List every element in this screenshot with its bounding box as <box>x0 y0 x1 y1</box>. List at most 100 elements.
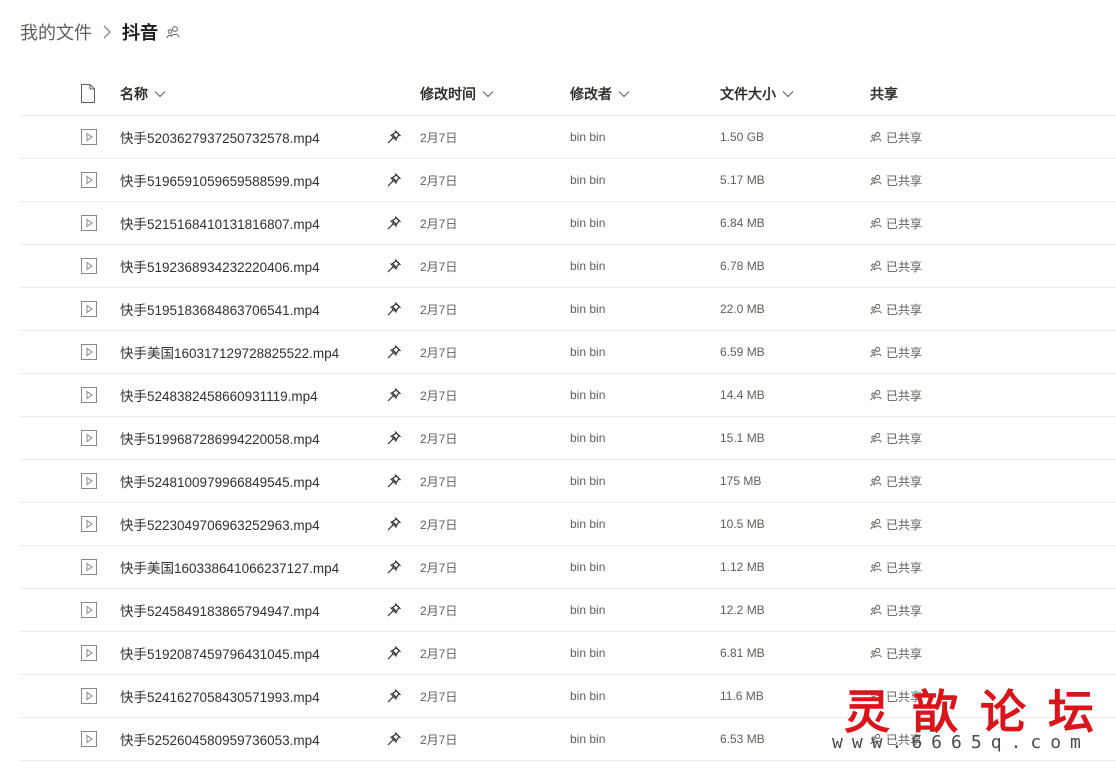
file-name[interactable]: 快手5241627058430571993.mp4 <box>120 675 320 717</box>
sharing-status[interactable]: 已共享 <box>870 460 922 502</box>
file-name[interactable]: 快手5223049706963252963.mp4 <box>120 503 320 545</box>
people-icon <box>870 389 882 401</box>
pin-icon[interactable] <box>386 331 402 373</box>
file-row[interactable]: 快手美国160338641066237127.mp4 2月7日 bin bin … <box>20 546 1116 589</box>
file-name[interactable]: 快手5199687286994220058.mp4 <box>120 417 320 459</box>
file-row[interactable]: 快手5203627937250732578.mp4 2月7日 bin bin 1… <box>20 116 1116 159</box>
sharing-status[interactable]: 已共享 <box>870 116 922 158</box>
sharing-status-label: 已共享 <box>886 517 923 532</box>
file-row[interactable]: 快手5245849183865794947.mp4 2月7日 bin bin 1… <box>20 589 1116 632</box>
pin-icon[interactable] <box>386 718 402 760</box>
video-file-icon <box>81 417 97 459</box>
sharing-status[interactable]: 已共享 <box>870 675 922 717</box>
pin-icon[interactable] <box>386 503 402 545</box>
sharing-status-label: 已共享 <box>886 302 923 317</box>
column-header-sharing[interactable]: 共享 <box>870 73 898 115</box>
people-icon <box>870 690 882 702</box>
sharing-status[interactable]: 已共享 <box>870 589 922 631</box>
file-size: 15.1 MB <box>720 431 765 445</box>
file-row[interactable]: 快手美国160317129728825522.mp4 2月7日 bin bin … <box>20 331 1116 374</box>
file-name[interactable]: 快手5196591059659588599.mp4 <box>120 159 320 201</box>
breadcrumb: 我的文件 抖音 <box>20 18 180 46</box>
file-row[interactable]: 快手5241627058430571993.mp4 2月7日 bin bin 1… <box>20 675 1116 718</box>
file-row[interactable]: 快手5195183684863706541.mp4 2月7日 bin bin 2… <box>20 288 1116 331</box>
modified-date: 2月7日 <box>420 216 458 231</box>
pin-icon[interactable] <box>386 374 402 416</box>
file-row[interactable]: 快手5248100979966849545.mp4 2月7日 bin bin 1… <box>20 460 1116 503</box>
document-icon[interactable] <box>80 84 96 108</box>
file-size: 5.17 MB <box>720 173 765 187</box>
column-header-modified[interactable]: 修改时间 <box>420 73 494 115</box>
sharing-status[interactable]: 已共享 <box>870 632 922 674</box>
file-row[interactable]: 快手5192087459796431045.mp4 2月7日 bin bin 6… <box>20 632 1116 675</box>
pin-icon[interactable] <box>386 675 402 717</box>
sharing-status[interactable]: 已共享 <box>870 159 922 201</box>
column-header-modified-label: 修改时间 <box>420 86 476 102</box>
file-name[interactable]: 快手5248382458660931119.mp4 <box>120 374 318 416</box>
video-file-icon <box>81 675 97 717</box>
file-row[interactable]: 快手5215168410131816807.mp4 2月7日 bin bin 6… <box>20 202 1116 245</box>
pin-icon[interactable] <box>386 245 402 287</box>
modified-by: bin bin <box>570 646 606 660</box>
sharing-status-label: 已共享 <box>886 130 923 145</box>
sharing-status[interactable]: 已共享 <box>870 245 922 287</box>
modified-date: 2月7日 <box>420 603 458 618</box>
file-size: 6.81 MB <box>720 646 765 660</box>
sharing-status[interactable]: 已共享 <box>870 546 922 588</box>
file-name[interactable]: 快手5252604580959736053.mp4 <box>120 718 320 760</box>
modified-by: bin bin <box>570 216 606 230</box>
file-name[interactable]: 快手5192368934232220406.mp4 <box>120 245 320 287</box>
sharing-status[interactable]: 已共享 <box>870 718 922 760</box>
modified-by: bin bin <box>570 517 606 531</box>
file-size: 6.59 MB <box>720 345 765 359</box>
people-icon <box>870 647 882 659</box>
pin-icon[interactable] <box>386 546 402 588</box>
file-size: 10.5 MB <box>720 517 765 531</box>
file-name[interactable]: 快手5203627937250732578.mp4 <box>120 116 320 158</box>
sharing-status[interactable]: 已共享 <box>870 374 922 416</box>
pin-icon[interactable] <box>386 417 402 459</box>
sharing-status-label: 已共享 <box>886 345 923 360</box>
sharing-status[interactable]: 已共享 <box>870 202 922 244</box>
file-row[interactable]: 快手5248382458660931119.mp4 2月7日 bin bin 1… <box>20 374 1116 417</box>
pin-icon[interactable] <box>386 589 402 631</box>
sharing-status[interactable]: 已共享 <box>870 331 922 373</box>
file-row[interactable]: 快手5192368934232220406.mp4 2月7日 bin bin 6… <box>20 245 1116 288</box>
pin-icon[interactable] <box>386 632 402 674</box>
file-size: 6.53 MB <box>720 732 765 746</box>
column-header-modified-by[interactable]: 修改者 <box>570 73 630 115</box>
sharing-status[interactable]: 已共享 <box>870 417 922 459</box>
pin-icon[interactable] <box>386 460 402 502</box>
modified-by: bin bin <box>570 474 606 488</box>
people-icon[interactable] <box>166 25 180 39</box>
column-header-size-label: 文件大小 <box>720 86 776 102</box>
file-name[interactable]: 快手5245849183865794947.mp4 <box>120 589 320 631</box>
chevron-right-icon <box>102 25 112 39</box>
file-name[interactable]: 快手5195183684863706541.mp4 <box>120 288 320 330</box>
file-name[interactable]: 快手5248100979966849545.mp4 <box>120 460 320 502</box>
column-header-name[interactable]: 名称 <box>120 73 166 115</box>
modified-by: bin bin <box>570 732 606 746</box>
file-name[interactable]: 快手5215168410131816807.mp4 <box>120 202 320 244</box>
pin-icon[interactable] <box>386 159 402 201</box>
file-row[interactable]: 快手5223049706963252963.mp4 2月7日 bin bin 1… <box>20 503 1116 546</box>
people-icon <box>870 733 882 745</box>
sharing-status[interactable]: 已共享 <box>870 288 922 330</box>
sharing-status-label: 已共享 <box>886 689 923 704</box>
file-list: 快手5203627937250732578.mp4 2月7日 bin bin 1… <box>20 116 1116 761</box>
file-row[interactable]: 快手5199687286994220058.mp4 2月7日 bin bin 1… <box>20 417 1116 460</box>
file-name[interactable]: 快手美国160338641066237127.mp4 <box>120 546 339 588</box>
pin-icon[interactable] <box>386 116 402 158</box>
sharing-status-label: 已共享 <box>886 646 923 661</box>
file-name[interactable]: 快手美国160317129728825522.mp4 <box>120 331 339 373</box>
sharing-status-label: 已共享 <box>886 474 923 489</box>
pin-icon[interactable] <box>386 202 402 244</box>
column-header-size[interactable]: 文件大小 <box>720 73 794 115</box>
pin-icon[interactable] <box>386 288 402 330</box>
sharing-status[interactable]: 已共享 <box>870 503 922 545</box>
breadcrumb-root-my-files[interactable]: 我的文件 <box>20 19 92 45</box>
sharing-status-label: 已共享 <box>886 388 923 403</box>
file-name[interactable]: 快手5192087459796431045.mp4 <box>120 632 320 674</box>
file-row[interactable]: 快手5196591059659588599.mp4 2月7日 bin bin 5… <box>20 159 1116 202</box>
file-row[interactable]: 快手5252604580959736053.mp4 2月7日 bin bin 6… <box>20 718 1116 761</box>
